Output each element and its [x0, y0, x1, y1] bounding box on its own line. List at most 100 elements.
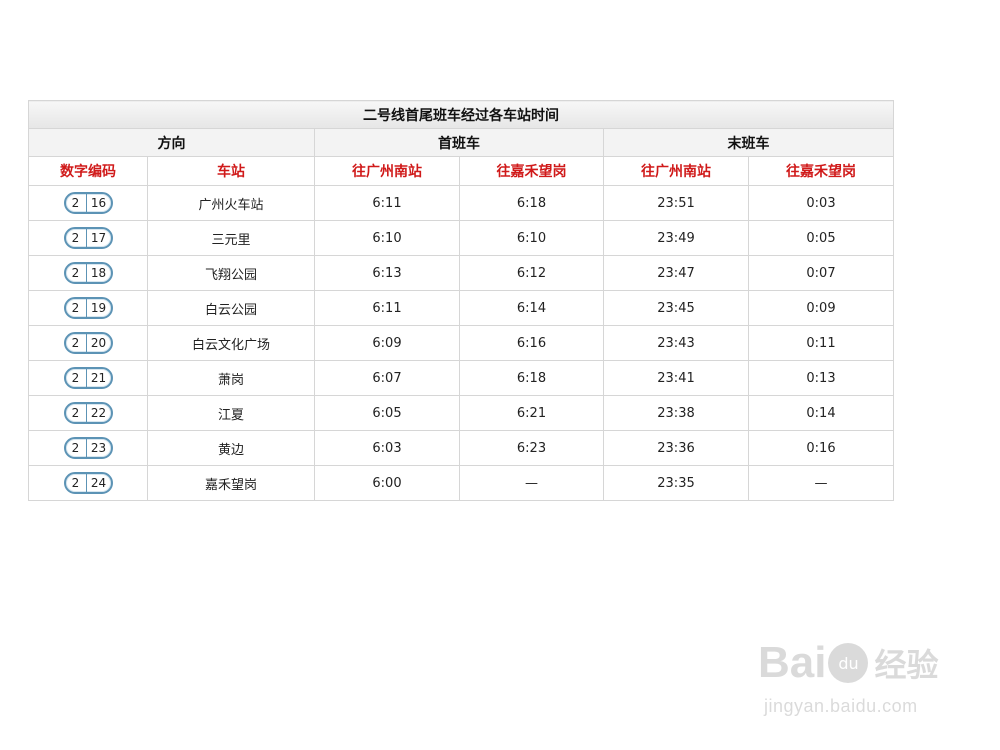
station-number: 23	[85, 439, 111, 457]
station-code-cell: 2 18	[28, 255, 148, 291]
first-to-jiahewanggang-time: 6:16	[459, 325, 604, 361]
station-name: 萧岗	[147, 360, 315, 396]
station-code-cell: 2 22	[28, 395, 148, 431]
last-to-guangzhou-south-header: 往广州南站	[603, 156, 749, 186]
first-to-guangzhou-south-header: 往广州南站	[314, 156, 460, 186]
baidu-jingyan-watermark: Bai du 经验 jingyan.baidu.com	[758, 634, 948, 730]
last-to-guangzhou-south-time: 23:36	[603, 430, 749, 466]
station-number: 24	[85, 474, 111, 492]
last-train-header: 末班车	[602, 128, 895, 157]
station-number: 20	[85, 334, 111, 352]
line-number: 2	[71, 406, 80, 420]
last-to-guangzhou-south-time: 23:45	[603, 290, 749, 326]
station-name: 白云文化广场	[147, 325, 315, 361]
line-number: 2	[71, 196, 80, 210]
first-train-header: 首班车	[314, 128, 604, 157]
last-to-jiahewanggang-time: 0:13	[747, 360, 895, 396]
table-body: 2 16 广州火车站 6:11 6:18 23:51 0:03 2 17 三元里 6:10 6:10 2…	[28, 185, 895, 501]
table-row: 2 22 江夏 6:05 6:21 23:38 0:14	[28, 395, 895, 431]
first-to-jiahewanggang-time: 6:12	[459, 255, 604, 291]
table-row: 2 17 三元里 6:10 6:10 23:49 0:05	[28, 220, 895, 256]
station-number: 17	[85, 229, 111, 247]
line-number: 2	[71, 441, 80, 455]
last-to-guangzhou-south-time: 23:47	[603, 255, 749, 291]
line-number: 2	[71, 301, 80, 315]
last-to-guangzhou-south-time: 23:49	[603, 220, 749, 256]
table-row: 2 18 飞翔公园 6:13 6:12 23:47 0:07	[28, 255, 895, 291]
line-number: 2	[71, 266, 80, 280]
station-code-badge: 2 22	[63, 402, 113, 424]
last-to-jiahewanggang-time: 0:05	[747, 220, 895, 256]
station-number: 21	[85, 369, 111, 387]
station-code-badge: 2 16	[63, 192, 113, 214]
first-to-guangzhou-south-time: 6:11	[314, 185, 460, 221]
station-code-badge: 2 24	[63, 472, 113, 494]
station-name: 嘉禾望岗	[147, 465, 315, 501]
first-to-jiahewanggang-time: 6:23	[459, 430, 604, 466]
station-code-badge: 2 23	[63, 437, 113, 459]
first-to-guangzhou-south-time: 6:13	[314, 255, 460, 291]
code-header: 数字编码	[28, 156, 148, 186]
first-to-jiahewanggang-time: 6:18	[459, 360, 604, 396]
station-name: 广州火车站	[147, 185, 315, 221]
station-code-cell: 2 20	[28, 325, 148, 361]
first-to-guangzhou-south-time: 6:05	[314, 395, 460, 431]
table-row: 2 19 白云公园 6:11 6:14 23:45 0:09	[28, 290, 895, 326]
timetable: 二号线首尾班车经过各车站时间 方向 首班车 末班车 数字编码 车站 往广州南站 …	[27, 100, 895, 501]
line-number: 2	[71, 336, 80, 350]
watermark-url: jingyan.baidu.com	[764, 696, 918, 716]
first-to-guangzhou-south-time: 6:00	[314, 465, 460, 501]
first-to-jiahewanggang-time: —	[459, 465, 604, 501]
first-to-guangzhou-south-time: 6:10	[314, 220, 460, 256]
station-name: 黄边	[147, 430, 315, 466]
station-number: 16	[85, 194, 111, 212]
table-row: 2 20 白云文化广场 6:09 6:16 23:43 0:11	[28, 325, 895, 361]
station-name: 白云公园	[147, 290, 315, 326]
station-name: 飞翔公园	[147, 255, 315, 291]
station-code-cell: 2 24	[28, 465, 148, 501]
last-to-jiahewanggang-time: 0:07	[747, 255, 895, 291]
station-code-badge: 2 21	[63, 367, 113, 389]
first-to-jiahewanggang-time: 6:14	[459, 290, 604, 326]
station-code-cell: 2 19	[28, 290, 148, 326]
last-to-guangzhou-south-time: 23:41	[603, 360, 749, 396]
last-to-guangzhou-south-time: 23:38	[603, 395, 749, 431]
last-to-jiahewanggang-header: 往嘉禾望岗	[747, 156, 895, 186]
station-code-cell: 2 16	[28, 185, 148, 221]
station-code-cell: 2 23	[28, 430, 148, 466]
station-code-badge: 2 19	[63, 297, 113, 319]
last-to-jiahewanggang-time: —	[747, 465, 895, 501]
last-to-jiahewanggang-time: 0:09	[747, 290, 895, 326]
station-code-badge: 2 17	[63, 227, 113, 249]
first-to-jiahewanggang-header: 往嘉禾望岗	[459, 156, 604, 186]
first-to-guangzhou-south-time: 6:07	[314, 360, 460, 396]
title-row: 二号线首尾班车经过各车站时间	[27, 100, 895, 129]
last-to-guangzhou-south-time: 23:35	[603, 465, 749, 501]
table-row: 2 21 萧岗 6:07 6:18 23:41 0:13	[28, 360, 895, 396]
last-to-jiahewanggang-time: 0:14	[747, 395, 895, 431]
last-to-guangzhou-south-time: 23:43	[603, 325, 749, 361]
last-to-jiahewanggang-time: 0:11	[747, 325, 895, 361]
last-to-guangzhou-south-time: 23:51	[603, 185, 749, 221]
line-number: 2	[71, 476, 80, 490]
sub-header-row: 数字编码 车站 往广州南站 往嘉禾望岗 往广州南站 往嘉禾望岗	[28, 156, 895, 186]
line-number: 2	[71, 371, 80, 385]
station-number: 22	[85, 404, 111, 422]
station-name: 江夏	[147, 395, 315, 431]
last-to-jiahewanggang-time: 0:03	[747, 185, 895, 221]
line-number: 2	[71, 231, 80, 245]
station-code-badge: 2 18	[63, 262, 113, 284]
first-to-guangzhou-south-time: 6:03	[314, 430, 460, 466]
first-to-guangzhou-south-time: 6:09	[314, 325, 460, 361]
station-name: 三元里	[147, 220, 315, 256]
station-header: 车站	[147, 156, 315, 186]
direction-header: 方向	[28, 128, 315, 157]
station-code-cell: 2 17	[28, 220, 148, 256]
group-header-row: 方向 首班车 末班车	[28, 128, 895, 157]
paw-icon: du	[828, 643, 869, 683]
last-to-jiahewanggang-time: 0:16	[747, 430, 895, 466]
table-title: 二号线首尾班车经过各车站时间	[27, 100, 895, 129]
first-to-jiahewanggang-time: 6:18	[459, 185, 604, 221]
station-code-cell: 2 21	[28, 360, 148, 396]
table-row: 2 24 嘉禾望岗 6:00—23:35—	[28, 465, 895, 501]
